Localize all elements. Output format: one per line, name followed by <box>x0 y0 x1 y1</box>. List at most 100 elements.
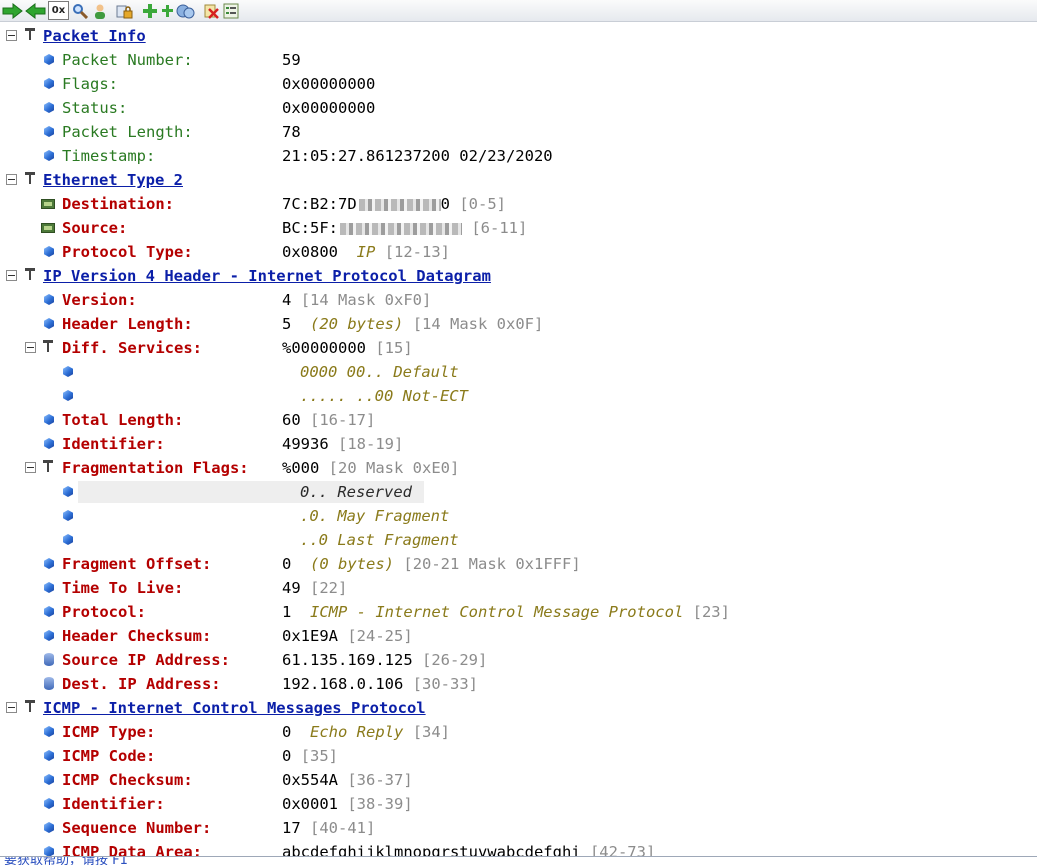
field-value-text: 0x00000000 <box>282 75 376 93</box>
field-row[interactable]: Fragment Offset: 0 (0 bytes) [20-21 Mask … <box>0 552 1037 576</box>
network-card-icon <box>41 199 55 209</box>
field-row[interactable]: Header Checksum: 0x1E9A [24-25] <box>0 624 1037 648</box>
tree-node-icon <box>23 699 37 713</box>
field-row[interactable]: Dest. IP Address: 192.168.0.106 [30-33] <box>0 672 1037 696</box>
field-cube-icon <box>44 246 54 257</box>
field-description: (0 bytes) <box>310 555 395 573</box>
field-row[interactable]: Total Length: 60 [16-17] <box>0 408 1037 432</box>
byte-range: [36-37] <box>347 771 413 789</box>
field-value-text: 0x0800 <box>282 243 338 261</box>
packet-decode-tree: Packet Info Packet Number: 59 Flags: 0x00000… <box>0 24 1037 864</box>
byte-range: [12-13] <box>384 243 451 261</box>
byte-range: [22] <box>310 579 348 597</box>
field-cube-icon <box>44 774 54 785</box>
field-row[interactable]: Fragmentation Flags: %000 [20 Mask 0xE0] <box>0 456 1037 480</box>
byte-range: [26-29] <box>422 651 488 669</box>
field-row[interactable]: ICMP Checksum: 0x554A [36-37] <box>0 768 1037 792</box>
field-row[interactable]: ICMP Type: 0 Echo Reply [34] <box>0 720 1037 744</box>
field-row[interactable]: Packet Length: 78 <box>0 120 1037 144</box>
section-title[interactable]: Ethernet Type 2 <box>43 168 183 192</box>
field-row[interactable]: Status: 0x00000000 <box>0 96 1037 120</box>
collapse-expander-icon[interactable] <box>25 462 36 473</box>
collapse-expander-icon[interactable] <box>6 702 17 713</box>
field-cube-icon <box>63 486 73 497</box>
field-row[interactable]: Identifier: 49936 [18-19] <box>0 432 1037 456</box>
field-value-text: %00000000 <box>282 339 366 357</box>
byte-range: [0-5] <box>459 195 507 213</box>
field-cube-icon <box>44 726 54 737</box>
toolbar-separator <box>111 2 114 20</box>
byte-range: [34] <box>412 723 451 741</box>
field-row[interactable]: Protocol Type: 0x0800 IP [12-13] <box>0 240 1037 264</box>
collapse-expander-icon[interactable] <box>6 270 17 281</box>
field-value-text: 0 <box>282 555 292 573</box>
collapse-expander-icon[interactable] <box>25 342 36 353</box>
field-row[interactable]: Destination: 7C:B2:7D 0 [0-5] <box>0 192 1037 216</box>
field-label: ICMP Type: <box>62 723 156 741</box>
field-row[interactable]: Version: 4 [14 Mask 0xF0] <box>0 288 1037 312</box>
add-icon[interactable] <box>141 2 159 20</box>
field-cube-icon <box>44 750 54 761</box>
subfield-row[interactable]: ..... ..00 Not-ECT <box>0 384 1037 408</box>
redacted-mac-blur <box>340 222 462 235</box>
field-label: Protocol Type: <box>62 243 193 261</box>
delete-icon[interactable] <box>202 2 220 20</box>
field-row[interactable]: Sequence Number: 17 [40-41] <box>0 816 1037 840</box>
field-value-text: 1 <box>282 603 292 621</box>
field-row[interactable]: Source: BC:5F: [6-11] <box>0 216 1037 240</box>
field-value-text: 0x00000000 <box>282 99 376 117</box>
section-title[interactable]: IP Version 4 Header - Internet Protocol … <box>43 264 491 288</box>
user-icon[interactable] <box>91 2 109 20</box>
collapse-expander-icon[interactable] <box>6 30 17 41</box>
field-row[interactable]: Diff. Services: %00000000 [15] <box>0 336 1037 360</box>
byte-range: [20 Mask 0xE0] <box>328 459 460 477</box>
byte-range: [6-11] <box>471 219 528 237</box>
field-label: Destination: <box>62 195 174 213</box>
bit-description: 0.. Reserved <box>300 483 412 501</box>
subfield-row[interactable]: 0.. Reserved <box>0 480 1037 504</box>
field-row[interactable]: Source IP Address: 61.135.169.125 [26-29] <box>0 648 1037 672</box>
subfield-row[interactable]: .0. May Fragment <box>0 504 1037 528</box>
section-row[interactable]: Packet Info <box>0 24 1037 48</box>
subfield-row[interactable]: 0000 00.. Default <box>0 360 1037 384</box>
field-label: Total Length: <box>62 411 184 429</box>
section-title[interactable]: Packet Info <box>43 24 146 48</box>
field-row[interactable]: Packet Number: 59 <box>0 48 1037 72</box>
byte-range: [14 Mask 0xF0] <box>300 291 432 309</box>
field-value: 0 Echo Reply [34] <box>282 720 450 744</box>
field-row[interactable]: Header Length: 5 (20 bytes) [14 Mask 0x0F… <box>0 312 1037 336</box>
field-row[interactable]: Identifier: 0x0001 [38-39] <box>0 792 1037 816</box>
field-value-text: 61.135.169.125 <box>282 651 413 669</box>
byte-range: [30-33] <box>412 675 478 693</box>
section-row[interactable]: Ethernet Type 2 <box>0 168 1037 192</box>
hex-view-icon[interactable]: 0x <box>48 1 69 20</box>
field-row[interactable]: Time To Live: 49 [22] <box>0 576 1037 600</box>
section-title[interactable]: ICMP - Internet Control Messages Protoco… <box>43 696 426 720</box>
field-row[interactable]: Protocol: 1 ICMP - Internet Control Messa… <box>0 600 1037 624</box>
byte-range: [40-41] <box>310 819 376 837</box>
field-value: 49 [22] <box>282 576 347 600</box>
lock-icon[interactable] <box>116 2 134 20</box>
field-value-text: 49936 <box>282 435 329 453</box>
toolbar-separator <box>136 2 139 20</box>
field-cube-icon <box>63 534 73 545</box>
back-forward-arrows-icon[interactable] <box>2 2 46 20</box>
byte-range: [14 Mask 0x0F] <box>412 315 544 333</box>
section-row[interactable]: ICMP - Internet Control Messages Protoco… <box>0 696 1037 720</box>
field-cube-icon <box>44 798 54 809</box>
search-icon[interactable] <box>71 2 89 20</box>
field-row[interactable]: Flags: 0x00000000 <box>0 72 1037 96</box>
field-cube-icon <box>63 390 73 401</box>
tree-node-icon <box>41 459 55 473</box>
field-row[interactable]: Timestamp: 21:05:27.861237200 02/23/2020 <box>0 144 1037 168</box>
byte-range: [18-19] <box>338 435 404 453</box>
list-view-icon[interactable] <box>222 2 240 20</box>
section-row[interactable]: IP Version 4 Header - Internet Protocol … <box>0 264 1037 288</box>
field-value-text: 0 <box>282 723 292 741</box>
collapse-expander-icon[interactable] <box>6 174 17 185</box>
subfield-row[interactable]: ..0 Last Fragment <box>0 528 1037 552</box>
field-label: Packet Length: <box>62 123 193 141</box>
add-multiple-icon[interactable] <box>161 2 195 20</box>
field-value-tail: 0 <box>440 195 450 213</box>
field-row[interactable]: ICMP Code: 0 [35] <box>0 744 1037 768</box>
